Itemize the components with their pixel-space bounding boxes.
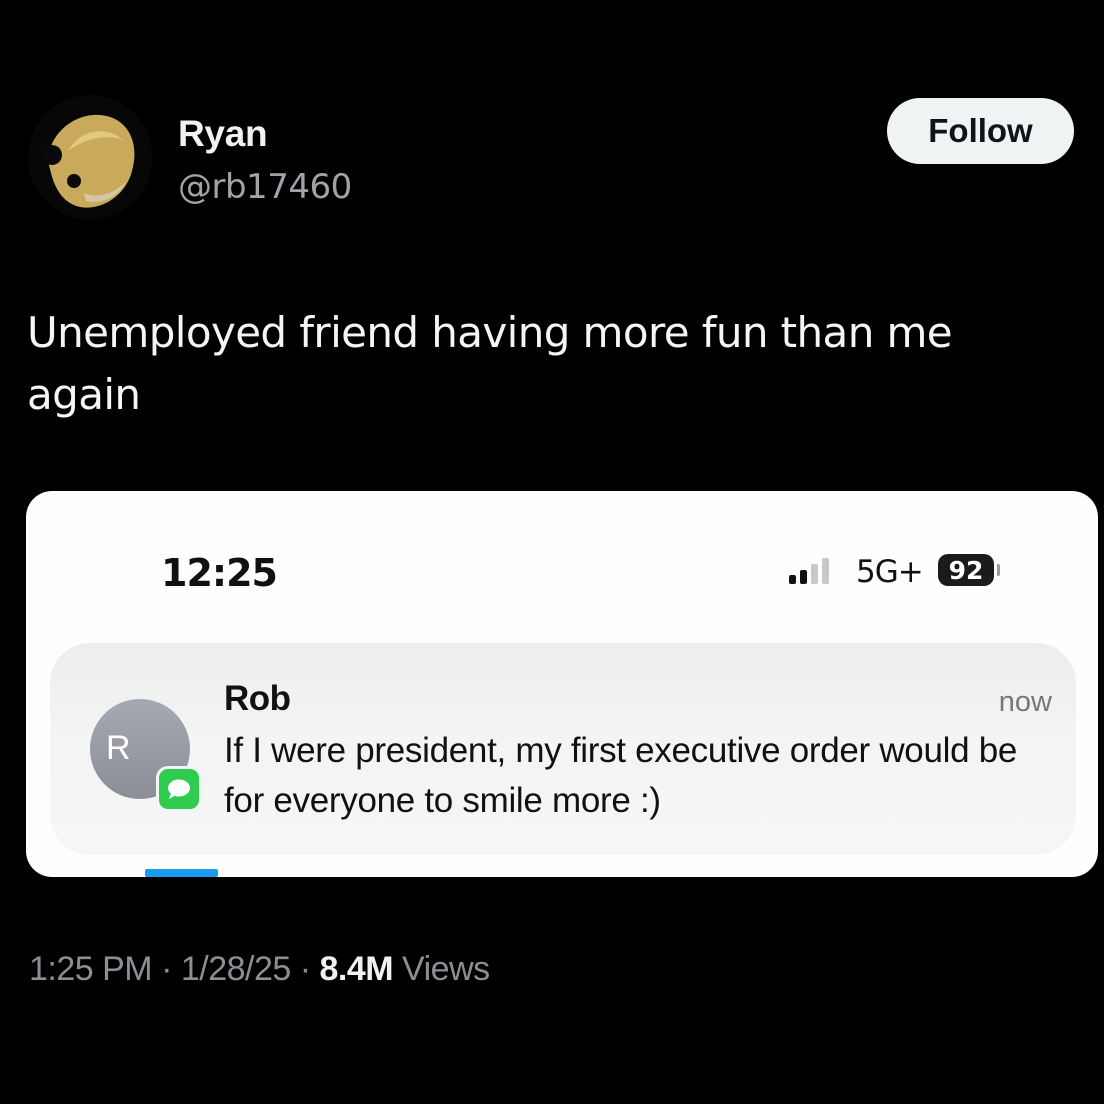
contact-initial: R	[106, 729, 131, 767]
views-count[interactable]: 8.4M	[320, 950, 394, 988]
tweet-meta: 1:25 PM · 1/28/25 · 8.4M Views	[29, 950, 490, 989]
messages-icon	[156, 766, 202, 812]
separator: ·	[290, 950, 320, 988]
follow-button[interactable]: Follow	[887, 98, 1074, 164]
notification-sender: Rob	[224, 679, 291, 718]
author-name[interactable]: Ryan	[178, 113, 268, 155]
message-notification[interactable]: R Rob now If I were president, my first …	[50, 643, 1076, 855]
author-handle[interactable]: @rb17460	[178, 167, 352, 207]
author-avatar[interactable]	[28, 95, 153, 220]
network-type: 5G+	[856, 554, 924, 590]
tweet-media-screenshot[interactable]: 12:25 5G+ 92 R Rob now If I were preside…	[26, 491, 1098, 877]
tweet-time[interactable]: 1:25 PM	[29, 950, 153, 988]
battery-level: 92	[938, 554, 994, 586]
status-bar-time: 12:25	[161, 551, 278, 595]
battery-tip-icon	[997, 564, 1000, 576]
cellular-signal-icon	[789, 558, 829, 584]
media-progress-indicator	[145, 869, 218, 877]
tweet-text: Unemployed friend having more fun than m…	[27, 308, 953, 419]
views-label: Views	[393, 950, 490, 988]
tweet-date[interactable]: 1/28/25	[181, 950, 291, 988]
notification-time: now	[998, 686, 1052, 718]
profile-photo-icon	[28, 95, 152, 219]
separator: ·	[152, 950, 181, 988]
notification-body: If I were president, my first executive …	[224, 731, 1018, 820]
